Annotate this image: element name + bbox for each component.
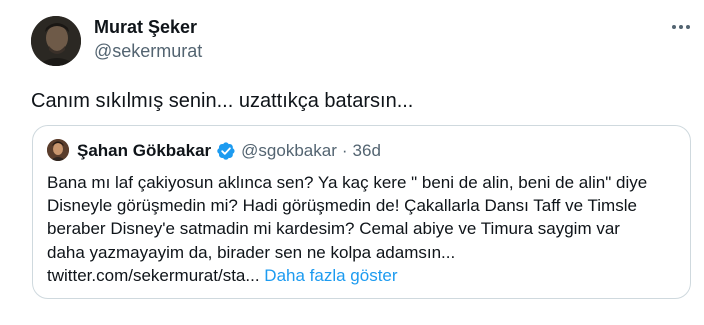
quoted-timestamp[interactable]: 36d [353, 141, 381, 161]
quoted-author-name[interactable]: Şahan Gökbakar [77, 141, 211, 161]
quoted-text-line: daha yazmayayim da, birader sen ne kolpa… [47, 242, 456, 262]
verified-badge-icon [216, 141, 236, 161]
author-handle[interactable]: @sekermurat [94, 40, 202, 62]
quoted-tweet-card[interactable]: Şahan Gökbakar @sgokbakar · 36d Bana mı … [32, 125, 691, 299]
tweet-text: Canım sıkılmış senin... uzattıkça batars… [31, 90, 414, 112]
show-more-link[interactable]: Daha fazla göster [264, 266, 397, 285]
more-horizontal-icon[interactable] [666, 16, 696, 38]
quoted-author-avatar[interactable] [47, 139, 69, 161]
quoted-header: Şahan Gökbakar @sgokbakar · 36d [77, 139, 381, 163]
quoted-author-handle[interactable]: @sgokbakar [241, 141, 337, 161]
author-name[interactable]: Murat Şeker [94, 16, 197, 38]
quoted-link[interactable]: twitter.com/sekermurat/sta... [47, 266, 260, 285]
quoted-text-line: Bana mı laf çakiyosun aklınca sen? Ya ka… [47, 173, 648, 192]
quoted-text-line: Disneyle görüşmedin mi? Hadi görüşmedin … [47, 196, 637, 216]
author-avatar[interactable] [31, 16, 81, 66]
quoted-tweet-text: Bana mı laf çakiyosun aklınca sen? Ya ka… [47, 171, 687, 287]
quoted-text-line: beraber Disney'e satmadin mi kardesim? C… [47, 219, 620, 239]
separator-dot: · [341, 141, 348, 160]
tweet[interactable]: Murat Şeker @sekermurat Canım sıkılmış s… [0, 0, 704, 325]
quoted-last-line: twitter.com/sekermurat/sta... Daha fazla… [47, 264, 687, 287]
